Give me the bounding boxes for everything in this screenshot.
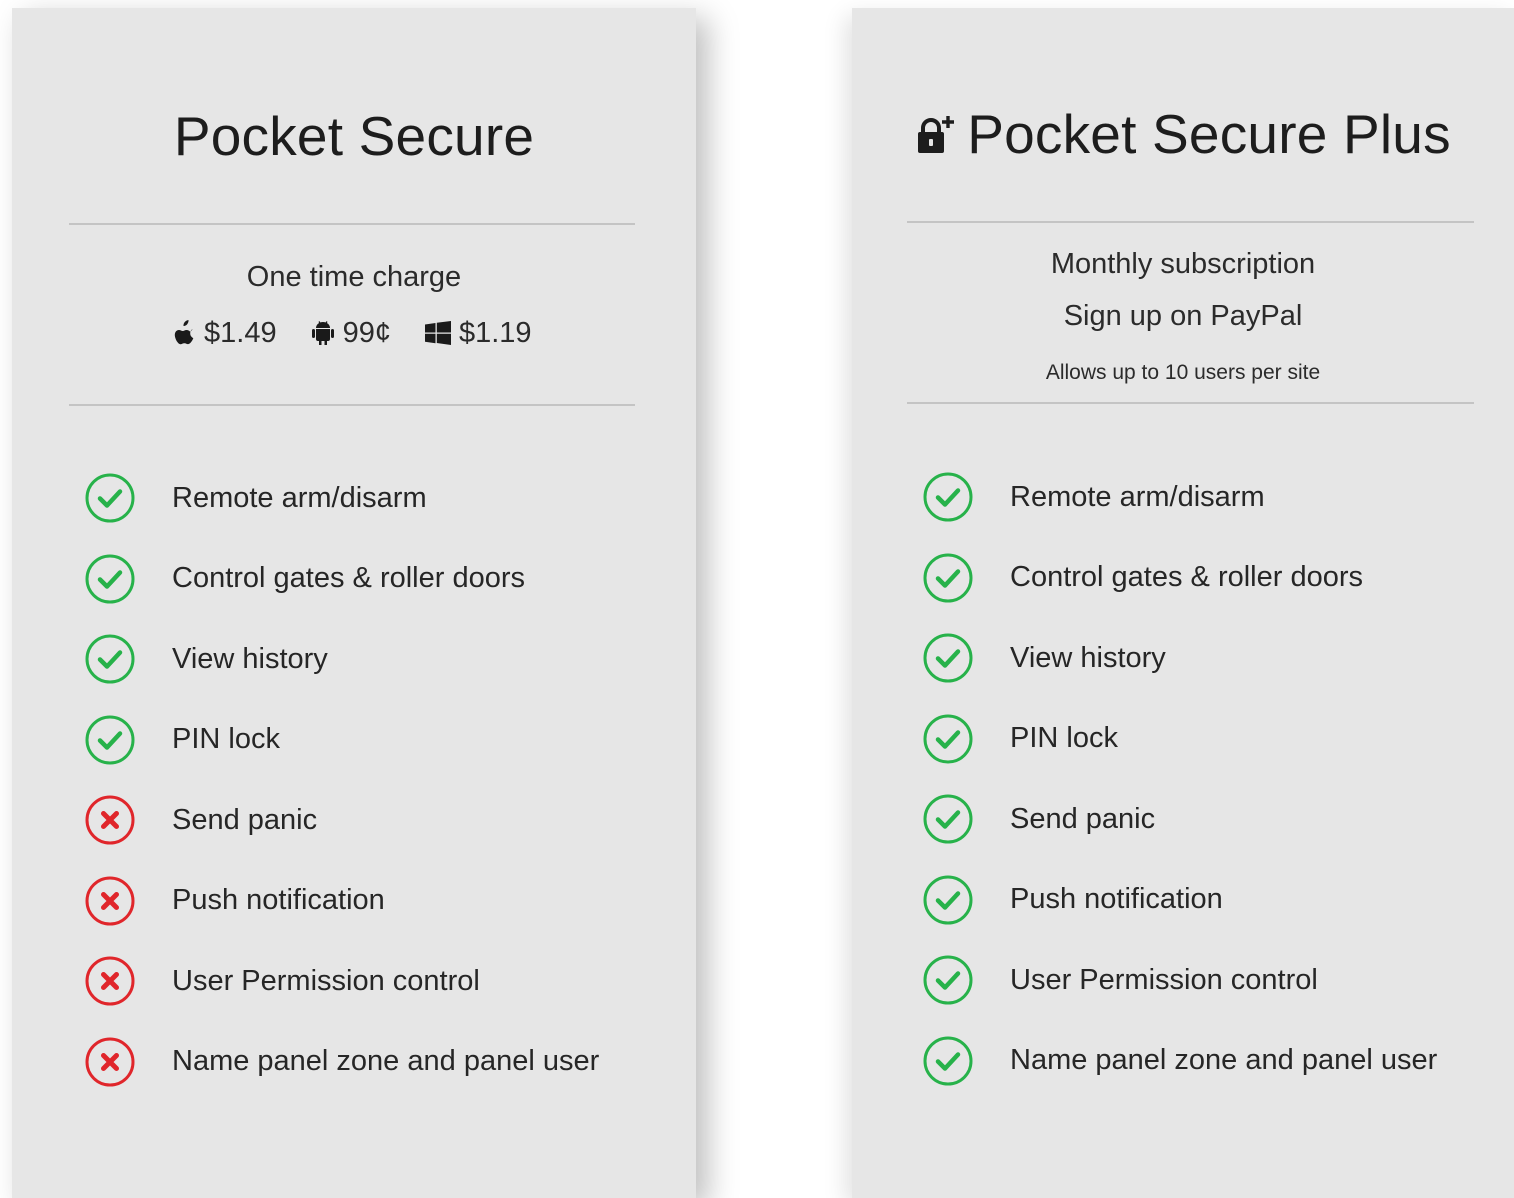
list-item: Send panic [84,780,599,861]
divider [907,221,1474,223]
feature-list: Remote arm/disarm Control gates & roller… [922,457,1437,1101]
feature-label: PIN lock [172,723,280,756]
check-circle-icon [85,473,135,523]
list-item: Push notification [84,861,599,942]
windows-icon [424,321,451,345]
price-value: $1.19 [458,316,532,349]
check-circle-icon [923,1036,973,1086]
feature-label: User Permission control [172,964,480,997]
list-item: Push notification [922,860,1437,941]
feature-label: Send panic [1010,802,1156,835]
list-item: Control gates & roller doors [922,538,1437,619]
divider [69,404,635,406]
pricing-label: One time charge [246,261,462,293]
signup-note: Sign up on PayPal [1063,300,1303,332]
lock-plus-icon [918,116,955,153]
check-circle-icon [85,715,135,765]
cross-circle-icon [85,795,135,845]
check-circle-icon [923,472,973,522]
feature-label: Name panel zone and panel user [172,1045,600,1078]
check-circle-icon [923,875,973,925]
list-item: PIN lock [84,700,599,781]
users-note: Allows up to 10 users per site [1045,361,1321,384]
price-list: $1.49 99¢ $1.19 [172,313,566,353]
check-circle-icon [85,554,135,604]
price-android: 99¢ [311,317,391,350]
list-item: Name panel zone and panel user [922,1021,1437,1102]
price-value: $1.49 [204,316,277,349]
apple-icon [174,320,194,345]
pricing-label: Monthly subscription [1050,248,1316,280]
feature-label: View history [172,642,328,675]
plan-title-row: Pocket Secure Plus [852,102,1514,166]
check-circle-icon [923,633,973,683]
cross-circle-icon [85,956,135,1006]
list-item: Name panel zone and panel user [84,1022,599,1103]
check-circle-icon [923,714,973,764]
list-item: User Permission control [84,941,599,1022]
feature-label: Remote arm/disarm [1010,480,1265,513]
list-item: User Permission control [922,940,1437,1021]
feature-label: Name panel zone and panel user [1010,1044,1438,1077]
check-circle-icon [923,955,973,1005]
plan-card-pocket-secure-plus: Pocket Secure Plus Monthly subscription … [852,8,1514,1198]
list-item: PIN lock [922,699,1437,780]
cross-circle-icon [85,1037,135,1087]
feature-label: Control gates & roller doors [1010,561,1363,594]
feature-label: Push notification [1010,883,1223,916]
feature-label: Remote arm/disarm [172,481,427,514]
check-circle-icon [923,553,973,603]
android-icon [311,321,334,345]
price-value: 99¢ [342,316,391,349]
list-item: Remote arm/disarm [84,458,599,539]
feature-label: User Permission control [1010,963,1318,996]
pricing-comparison: Pocket Secure One time charge $1.49 99¢ … [0,0,1514,1198]
feature-label: Send panic [172,803,318,836]
plan-title: Pocket Secure [173,105,535,167]
feature-label: PIN lock [1010,722,1118,755]
divider [69,223,635,225]
feature-label: View history [1010,641,1166,674]
feature-label: Control gates & roller doors [172,562,525,595]
list-item: View history [84,619,599,700]
price-ios: $1.49 [172,317,277,350]
list-item: Remote arm/disarm [922,457,1437,538]
list-item: View history [922,618,1437,699]
divider [907,402,1474,404]
feature-list: Remote arm/disarm Control gates & roller… [84,458,599,1102]
list-item: Send panic [922,779,1437,860]
check-circle-icon [923,794,973,844]
plan-title: Pocket Secure Plus [967,103,1451,165]
cross-circle-icon [85,876,135,926]
price-windows: $1.19 [424,316,532,350]
check-circle-icon [85,634,135,684]
list-item: Control gates & roller doors [84,539,599,620]
feature-label: Push notification [172,884,385,917]
plan-card-pocket-secure: Pocket Secure One time charge $1.49 99¢ … [12,8,696,1198]
